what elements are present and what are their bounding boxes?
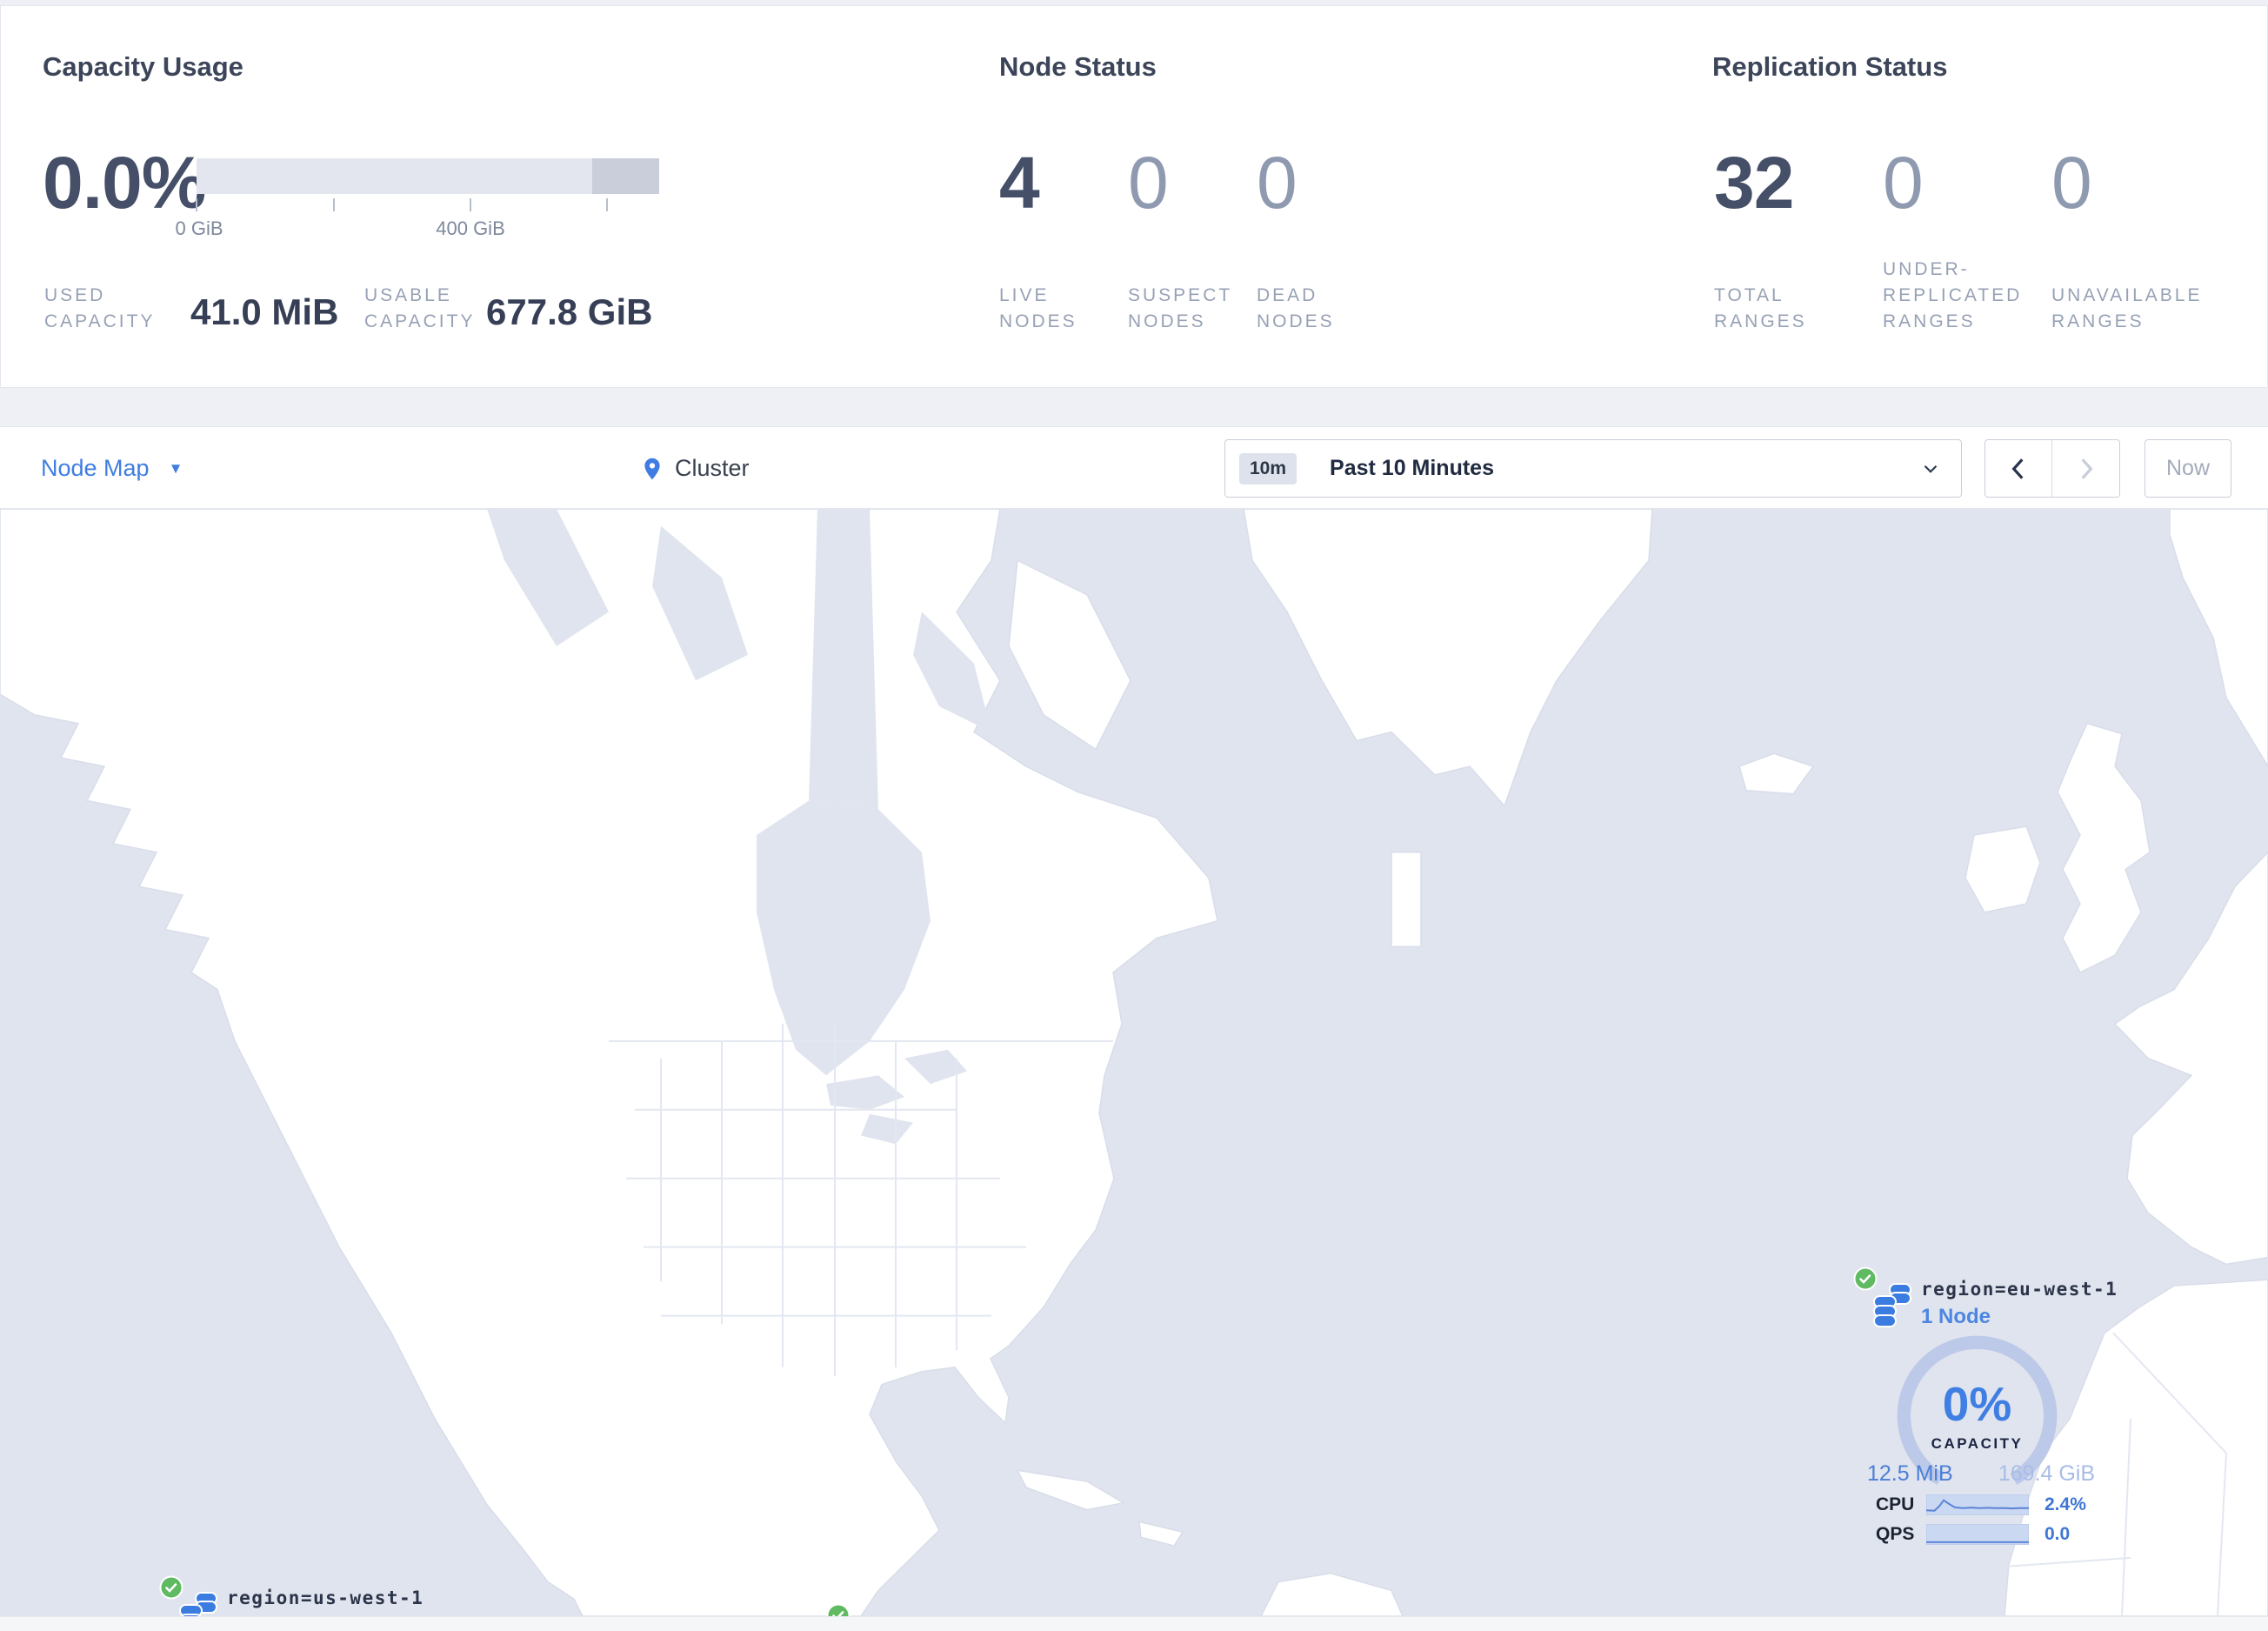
qps-label: QPS (1876, 1524, 1915, 1544)
capacity-percent: 0% (1942, 1377, 2012, 1431)
node-status-title: Node Status (999, 51, 1157, 82)
live-nodes-count: 4 (999, 142, 1040, 224)
database-icon (179, 1592, 217, 1616)
capacity-bar-tail (592, 158, 659, 194)
used-capacity-label: USED CAPACITY (44, 285, 156, 331)
region-label: region=eu-west-1 (1921, 1279, 2118, 1300)
capacity-used: 12.5 MiB (1867, 1461, 1953, 1486)
view-selector-dropdown[interactable]: Node Map ▼ (41, 427, 183, 510)
capacity-total: 169.4 GiB (1998, 1461, 2095, 1486)
capacity-label: CAPACITY (1931, 1435, 2024, 1452)
capacity-axis-label-0: 0 GiB (175, 217, 223, 239)
chevron-down-icon (1924, 465, 1938, 473)
node-card-us-west-1[interactable]: region=us-west-1 1 Node 0% CAPACITY 12.2… (159, 1575, 423, 1616)
cpu-sparkline (1926, 1494, 2029, 1515)
qps-sparkline (1926, 1524, 2029, 1545)
suspect-nodes-label: SUSPECT NODES (1128, 285, 1232, 331)
land-islet (1391, 851, 1422, 948)
chevron-right-icon (2081, 458, 2093, 479)
under-replicated-count: 0 (1883, 142, 1924, 224)
chevron-left-icon (2011, 458, 2024, 479)
time-step-forward-button[interactable] (2052, 440, 2119, 497)
capacity-bar (197, 158, 659, 194)
time-step-back-button[interactable] (1985, 440, 2052, 497)
node-card-us-east-1[interactable]: region=us-east-1 2 Nodes 0% CAPACITY 16.… (826, 1603, 1090, 1616)
map-pin-icon (644, 458, 660, 479)
node-card-eu-west-1[interactable]: region=eu-west-1 1 Node 0% CAPACITY 12.5… (1853, 1267, 2117, 1555)
cpu-label: CPU (1876, 1494, 1915, 1514)
replication-status-title: Replication Status (1712, 51, 1948, 82)
map-toolbar: Node Map ▼ Cluster 10m Past 10 Minutes N… (0, 426, 2268, 509)
capacity-axis-label-400: 400 GiB (436, 217, 505, 239)
hudson-channel (809, 509, 878, 810)
live-nodes-label: LIVE NODES (999, 285, 1077, 331)
node-count-link[interactable]: 1 Node (1921, 1305, 1991, 1329)
dead-nodes-label: DEAD NODES (1257, 285, 1335, 331)
time-window-dropdown[interactable]: 10m Past 10 Minutes (1224, 439, 1962, 498)
capacity-used-percent: 0.0% (43, 142, 206, 224)
total-ranges-label: TOTAL RANGES (1714, 285, 1807, 331)
time-window-label: Past 10 Minutes (1330, 456, 1494, 480)
total-ranges-count: 32 (1714, 142, 1794, 224)
database-icon (1873, 1283, 1911, 1327)
unavailable-label: UNAVAILABLE RANGES (2051, 285, 2203, 331)
qps-value: 0.0 (2045, 1524, 2071, 1544)
usable-capacity-value: 677.8 GiB (486, 291, 653, 332)
suspect-nodes-count: 0 (1128, 142, 1169, 224)
capacity-usage-title: Capacity Usage (43, 51, 243, 82)
breadcrumb-label: Cluster (675, 455, 750, 481)
breadcrumb[interactable]: Cluster (640, 427, 750, 510)
time-window-badge: 10m (1239, 452, 1297, 485)
capacity-axis-tick (606, 198, 608, 211)
used-capacity-value: 41.0 MiB (190, 291, 339, 332)
region-label: region=us-west-1 (227, 1588, 424, 1608)
usable-capacity-label: USABLE CAPACITY (364, 285, 476, 331)
node-map[interactable]: region=us-west-1 1 Node 0% CAPACITY 12.2… (0, 509, 2268, 1616)
cpu-value: 2.4% (2045, 1494, 2086, 1514)
cluster-summary-panel: Capacity Usage 0.0% 0 GiB 400 GiB USED C… (0, 5, 2268, 388)
capacity-axis-tick (470, 198, 471, 211)
footer-strip (0, 1616, 2268, 1631)
healthy-check-icon (826, 1603, 850, 1616)
caret-down-icon: ▼ (168, 459, 183, 477)
unavailable-count: 0 (2051, 142, 2092, 224)
time-step-controls (1984, 439, 2120, 498)
capacity-axis-tick (196, 198, 197, 211)
under-replicated-label: UNDER-REPLICATED RANGES (1883, 259, 2023, 331)
dead-nodes-count: 0 (1257, 142, 1297, 224)
capacity-axis-tick (333, 198, 335, 211)
now-button[interactable]: Now (2145, 439, 2231, 498)
view-selector-label: Node Map (41, 455, 150, 481)
